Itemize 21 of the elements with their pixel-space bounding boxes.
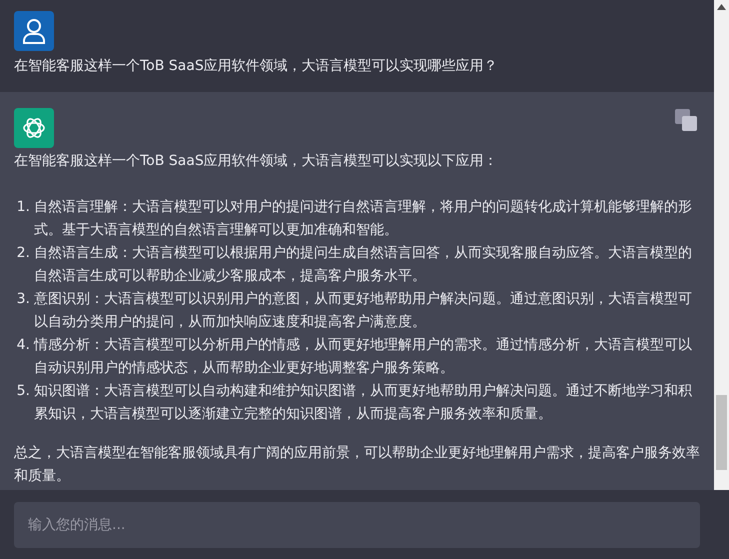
list-item-text: 知识图谱：大语言模型可以自动构建和维护知识图谱，从而更好地帮助用户解决问题。通过不断地学习和积累知识，大语言模型可以逐渐建立完整的知识图谱，从而提高客户服务效率和质量。 [34, 382, 693, 424]
list-item-text: 情感分析：大语言模型可以分析用户的情感，从而更好地理解用户的需求。通过情感分析，大语言模型可以自动识别用户的情感状态，从而帮助企业更好地调整客户服务策略。 [34, 336, 693, 378]
list-item-text: 自然语言理解：大语言模型可以对用户的提问进行自然语言理解，将用户的问题转化成计算机能够理解的形式。基于大语言模型的自然语言理解可以更加准确和智能。 [34, 198, 693, 240]
copy-button[interactable] [674, 108, 698, 132]
knot-logo-icon [21, 115, 47, 141]
list-item-text: 意图识别：大语言模型可以识别用户的意图，从而更好地帮助用户解决问题。通过意图识别，大语言模型可以自动分类用户的提问，从而加快响应速度和提高客户满意度。 [34, 290, 693, 332]
scroll-up-arrow-icon[interactable] [717, 4, 726, 10]
message-input[interactable]: 输入您的消息... [14, 502, 700, 548]
scrollbar[interactable] [714, 0, 729, 490]
list-number: 5. [16, 382, 31, 401]
list-number: 1. [16, 198, 31, 217]
user-message: 在智能客服这样一个ToB SaaS应用软件领域，大语言模型可以实现哪些应用？ [14, 57, 499, 76]
list-item-text: 自然语言生成：大语言模型可以根据用户的提问生成自然语言回答，从而实现客服自动应答。大语言模型的自然语言生成可以帮助企业减少客服成本，提高客户服务水平。 [34, 244, 693, 286]
list-number: 2. [16, 244, 31, 263]
list-number: 4. [16, 336, 31, 355]
list-number: 3. [16, 290, 31, 309]
copy-icon [674, 108, 698, 132]
assistant-intro: 在智能客服这样一个ToB SaaS应用软件领域，大语言模型可以实现以下应用： [14, 152, 499, 171]
person-icon [21, 17, 47, 45]
assistant-conclusion: 总之，大语言模型在智能客服领域具有广阔的应用前景，可以帮助企业更好地理解用户需求，提高客户服务效率和质量。 [14, 444, 700, 486]
scrollbar-thumb[interactable] [716, 395, 727, 470]
